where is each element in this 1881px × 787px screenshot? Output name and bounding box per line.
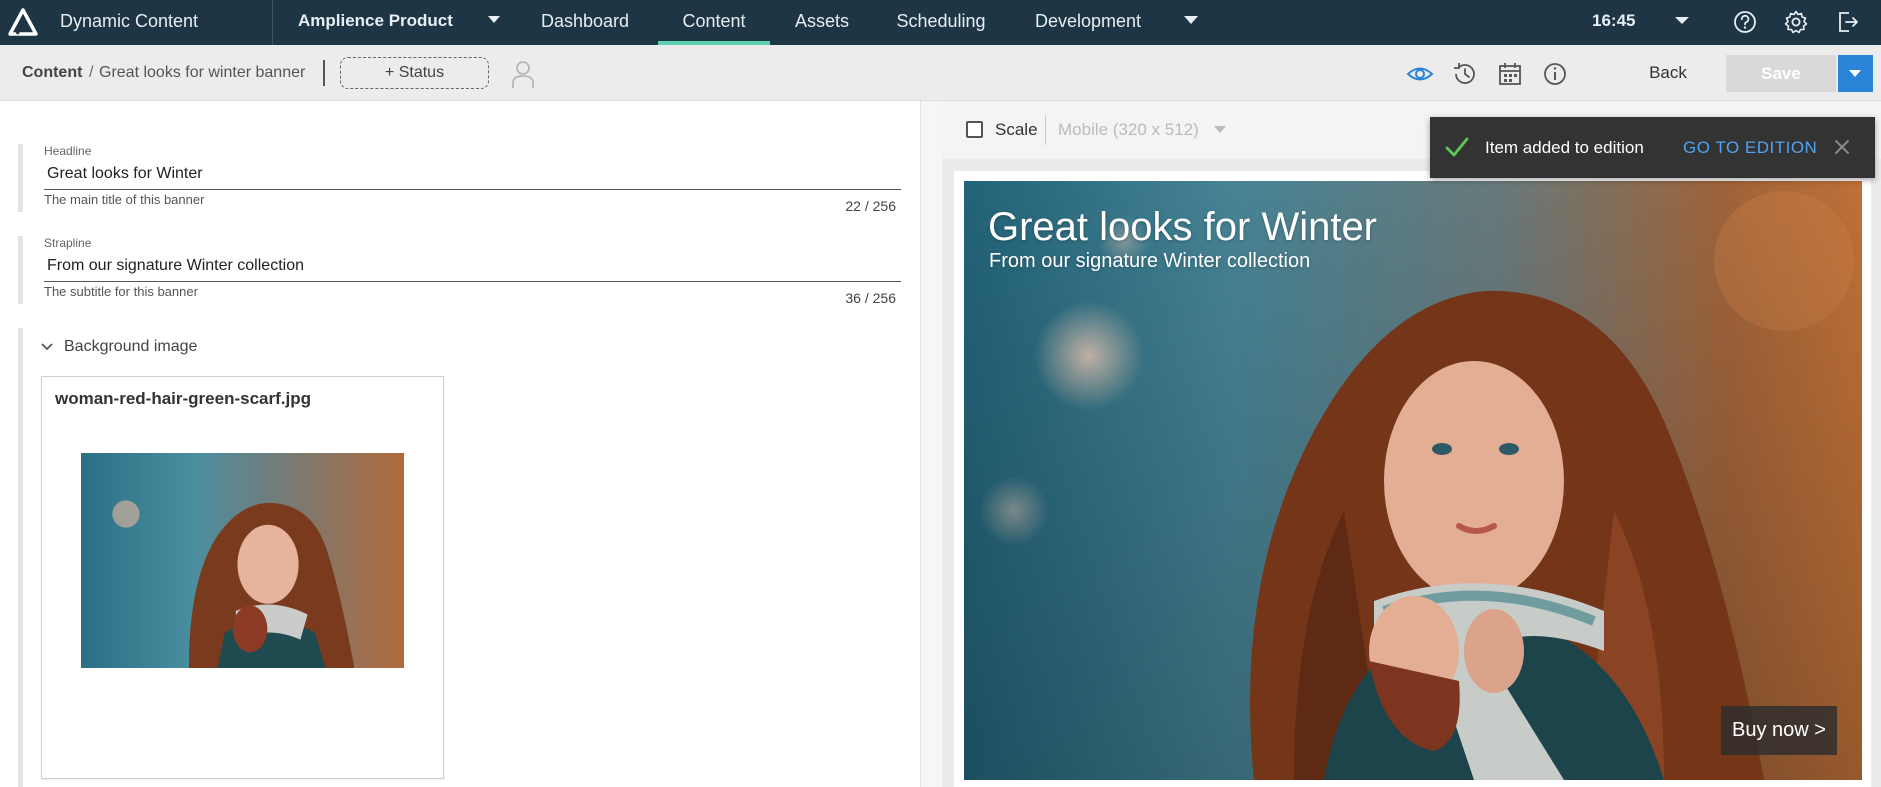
scale-label[interactable]: Scale — [995, 101, 1038, 159]
banner-strapline: From our signature Winter collection — [989, 250, 1311, 272]
device-size-select[interactable]: Mobile (320 x 512) — [1058, 101, 1199, 159]
breadcrumb-content[interactable]: Content — [22, 45, 82, 101]
preview-toolbar-divider — [1045, 115, 1046, 145]
headline-input[interactable]: Great looks for Winter — [47, 165, 203, 183]
tab-scheduling[interactable]: Scheduling — [893, 0, 989, 45]
history-icon[interactable] — [1451, 60, 1479, 88]
device-dropdown-caret-icon[interactable] — [1214, 126, 1226, 133]
headline-help-text: The main title of this banner — [44, 192, 205, 207]
amplience-logo-icon[interactable] — [8, 8, 38, 36]
strapline-help-text: The subtitle for this banner — [44, 284, 198, 299]
background-section-bar — [18, 328, 23, 787]
nav-divider — [272, 0, 273, 45]
eye-icon[interactable] — [1406, 60, 1434, 88]
preview-pane: Scale Mobile (320 x 512) Great looks for… — [942, 101, 1881, 787]
banner-headline: Great looks for Winter — [988, 205, 1378, 249]
tab-assets[interactable]: Assets — [792, 0, 852, 45]
more-tabs-caret-icon[interactable] — [1184, 16, 1198, 24]
notification-toast: Item added to edition GO TO EDITION — [1430, 117, 1875, 178]
go-to-edition-link[interactable]: GO TO EDITION — [1683, 117, 1817, 178]
headline-field: Headline Great looks for Winter The main… — [18, 144, 901, 214]
headline-char-count: 22 / 256 — [845, 198, 896, 214]
top-nav-bar: Dynamic Content Amplience Product Dashbo… — [0, 0, 1881, 45]
strapline-input[interactable]: From our signature Winter collection — [47, 257, 304, 275]
settings-gear-icon[interactable] — [1782, 8, 1810, 36]
chevron-down-icon[interactable] — [40, 340, 54, 354]
success-check-icon — [1445, 137, 1469, 157]
close-icon[interactable] — [1833, 138, 1851, 156]
buy-now-button[interactable]: Buy now > — [1721, 706, 1837, 755]
asset-thumbnail-image[interactable] — [81, 453, 404, 668]
breadcrumb-separator: / — [89, 64, 94, 81]
save-button[interactable]: Save — [1726, 55, 1836, 92]
add-status-button[interactable]: + Status — [340, 57, 489, 89]
assign-user-icon[interactable] — [510, 59, 536, 89]
strapline-field: Strapline From our signature Winter coll… — [18, 236, 901, 306]
tab-development[interactable]: Development — [1031, 0, 1145, 45]
back-button[interactable]: Back — [1630, 45, 1706, 101]
headline-label: Headline — [44, 144, 92, 158]
info-icon[interactable] — [1541, 60, 1569, 88]
logout-icon[interactable] — [1834, 8, 1862, 36]
strapline-underline — [44, 281, 901, 282]
strapline-label: Strapline — [44, 236, 92, 250]
time-dropdown-caret-icon[interactable] — [1675, 17, 1689, 24]
toast-message: Item added to edition — [1485, 138, 1644, 157]
toolbar-divider — [323, 60, 325, 86]
headline-underline — [44, 189, 901, 190]
tab-content[interactable]: Content — [658, 0, 770, 45]
breadcrumb-current-item: Great looks for winter banner — [99, 64, 306, 81]
scale-checkbox[interactable] — [966, 121, 983, 138]
background-image-card[interactable]: woman-red-hair-green-scarf.jpg — [41, 376, 444, 779]
content-toolbar: Content / Great looks for winter banner … — [0, 45, 1881, 101]
background-image-section-title[interactable]: Background image — [64, 338, 197, 356]
time-display[interactable]: 16:45 — [1592, 0, 1635, 45]
strapline-char-count: 36 / 256 — [845, 290, 896, 306]
help-icon[interactable] — [1731, 8, 1759, 36]
asset-filename: woman-red-hair-green-scarf.jpg — [55, 389, 311, 408]
calendar-icon[interactable] — [1496, 60, 1524, 88]
tab-dashboard[interactable]: Dashboard — [537, 0, 633, 45]
hub-selector[interactable]: Amplience Product — [298, 0, 453, 45]
app-name[interactable]: Dynamic Content — [60, 0, 198, 45]
pane-splitter[interactable] — [920, 101, 942, 787]
save-options-dropdown-button[interactable] — [1838, 55, 1873, 92]
hub-dropdown-caret-icon[interactable] — [488, 16, 500, 23]
banner-preview: Great looks for Winter From our signatur… — [964, 181, 1862, 780]
